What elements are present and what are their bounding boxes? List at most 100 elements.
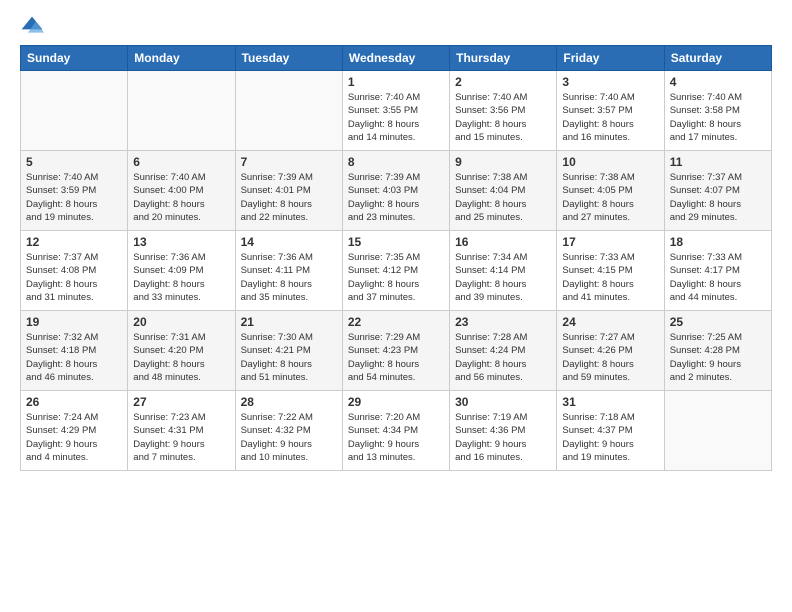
day-number: 22 bbox=[348, 315, 444, 329]
calendar-day-cell: 8 Sunrise: 7:39 AM Sunset: 4:03 PM Daylig… bbox=[342, 151, 449, 231]
day-number: 6 bbox=[133, 155, 229, 169]
weekday-header-thursday: Thursday bbox=[450, 46, 557, 71]
calendar-day-cell: 11 Sunrise: 7:37 AM Sunset: 4:07 PM Dayli… bbox=[664, 151, 771, 231]
logo-icon bbox=[20, 15, 44, 35]
day-info: Sunrise: 7:34 AM Sunset: 4:14 PM Dayligh… bbox=[455, 251, 551, 304]
day-info: Sunrise: 7:38 AM Sunset: 4:04 PM Dayligh… bbox=[455, 171, 551, 224]
day-number: 24 bbox=[562, 315, 658, 329]
day-info: Sunrise: 7:32 AM Sunset: 4:18 PM Dayligh… bbox=[26, 331, 122, 384]
calendar-week-row: 12 Sunrise: 7:37 AM Sunset: 4:08 PM Dayli… bbox=[21, 231, 772, 311]
day-number: 9 bbox=[455, 155, 551, 169]
calendar-week-row: 5 Sunrise: 7:40 AM Sunset: 3:59 PM Daylig… bbox=[21, 151, 772, 231]
day-info: Sunrise: 7:25 AM Sunset: 4:28 PM Dayligh… bbox=[670, 331, 766, 384]
day-number: 17 bbox=[562, 235, 658, 249]
day-info: Sunrise: 7:19 AM Sunset: 4:36 PM Dayligh… bbox=[455, 411, 551, 464]
day-number: 23 bbox=[455, 315, 551, 329]
day-number: 26 bbox=[26, 395, 122, 409]
calendar-day-cell: 7Sunrise: 7:39 AM Sunset: 4:01 PM Daylig… bbox=[235, 151, 342, 231]
day-info: Sunrise: 7:40 AM Sunset: 4:00 PM Dayligh… bbox=[133, 171, 229, 224]
calendar-day-cell: 17 Sunrise: 7:33 AM Sunset: 4:15 PM Dayli… bbox=[557, 231, 664, 311]
calendar-day-cell: 13Sunrise: 7:36 AM Sunset: 4:09 PM Dayli… bbox=[128, 231, 235, 311]
calendar-empty-cell bbox=[128, 71, 235, 151]
day-number: 14 bbox=[241, 235, 337, 249]
day-info: Sunrise: 7:37 AM Sunset: 4:07 PM Dayligh… bbox=[670, 171, 766, 224]
day-number: 4 bbox=[670, 75, 766, 89]
day-info: Sunrise: 7:30 AM Sunset: 4:21 PM Dayligh… bbox=[241, 331, 337, 384]
calendar-day-cell: 23 Sunrise: 7:28 AM Sunset: 4:24 PM Dayli… bbox=[450, 311, 557, 391]
day-info: Sunrise: 7:20 AM Sunset: 4:34 PM Dayligh… bbox=[348, 411, 444, 464]
calendar-day-cell: 1Sunrise: 7:40 AM Sunset: 3:55 PM Daylig… bbox=[342, 71, 449, 151]
day-info: Sunrise: 7:36 AM Sunset: 4:11 PM Dayligh… bbox=[241, 251, 337, 304]
calendar-day-cell: 21 Sunrise: 7:30 AM Sunset: 4:21 PM Dayli… bbox=[235, 311, 342, 391]
calendar-week-row: 26Sunrise: 7:24 AM Sunset: 4:29 PM Dayli… bbox=[21, 391, 772, 471]
day-number: 3 bbox=[562, 75, 658, 89]
calendar-day-cell: 31 Sunrise: 7:18 AM Sunset: 4:37 PM Dayli… bbox=[557, 391, 664, 471]
calendar-table: SundayMondayTuesdayWednesdayThursdayFrid… bbox=[20, 45, 772, 471]
day-number: 5 bbox=[26, 155, 122, 169]
day-number: 27 bbox=[133, 395, 229, 409]
day-info: Sunrise: 7:33 AM Sunset: 4:17 PM Dayligh… bbox=[670, 251, 766, 304]
day-info: Sunrise: 7:29 AM Sunset: 4:23 PM Dayligh… bbox=[348, 331, 444, 384]
calendar-day-cell: 20 Sunrise: 7:31 AM Sunset: 4:20 PM Dayli… bbox=[128, 311, 235, 391]
calendar-empty-cell bbox=[235, 71, 342, 151]
day-info: Sunrise: 7:23 AM Sunset: 4:31 PM Dayligh… bbox=[133, 411, 229, 464]
day-info: Sunrise: 7:36 AM Sunset: 4:09 PM Dayligh… bbox=[133, 251, 229, 304]
day-info: Sunrise: 7:39 AM Sunset: 4:03 PM Dayligh… bbox=[348, 171, 444, 224]
calendar-empty-cell bbox=[664, 391, 771, 471]
day-number: 10 bbox=[562, 155, 658, 169]
day-number: 12 bbox=[26, 235, 122, 249]
day-info: Sunrise: 7:37 AM Sunset: 4:08 PM Dayligh… bbox=[26, 251, 122, 304]
day-number: 20 bbox=[133, 315, 229, 329]
day-info: Sunrise: 7:38 AM Sunset: 4:05 PM Dayligh… bbox=[562, 171, 658, 224]
calendar-day-cell: 15 Sunrise: 7:35 AM Sunset: 4:12 PM Dayli… bbox=[342, 231, 449, 311]
day-number: 1 bbox=[348, 75, 444, 89]
calendar-day-cell: 6 Sunrise: 7:40 AM Sunset: 4:00 PM Daylig… bbox=[128, 151, 235, 231]
day-number: 21 bbox=[241, 315, 337, 329]
day-number: 29 bbox=[348, 395, 444, 409]
day-info: Sunrise: 7:33 AM Sunset: 4:15 PM Dayligh… bbox=[562, 251, 658, 304]
calendar-header-row: SundayMondayTuesdayWednesdayThursdayFrid… bbox=[21, 46, 772, 71]
day-info: Sunrise: 7:27 AM Sunset: 4:26 PM Dayligh… bbox=[562, 331, 658, 384]
day-info: Sunrise: 7:40 AM Sunset: 3:57 PM Dayligh… bbox=[562, 91, 658, 144]
day-number: 28 bbox=[241, 395, 337, 409]
weekday-header-tuesday: Tuesday bbox=[235, 46, 342, 71]
day-number: 18 bbox=[670, 235, 766, 249]
calendar-day-cell: 26Sunrise: 7:24 AM Sunset: 4:29 PM Dayli… bbox=[21, 391, 128, 471]
calendar-day-cell: 9 Sunrise: 7:38 AM Sunset: 4:04 PM Daylig… bbox=[450, 151, 557, 231]
day-number: 30 bbox=[455, 395, 551, 409]
weekday-header-monday: Monday bbox=[128, 46, 235, 71]
calendar-day-cell: 19 Sunrise: 7:32 AM Sunset: 4:18 PM Dayli… bbox=[21, 311, 128, 391]
calendar-day-cell: 12 Sunrise: 7:37 AM Sunset: 4:08 PM Dayli… bbox=[21, 231, 128, 311]
day-info: Sunrise: 7:35 AM Sunset: 4:12 PM Dayligh… bbox=[348, 251, 444, 304]
calendar-day-cell: 10 Sunrise: 7:38 AM Sunset: 4:05 PM Dayli… bbox=[557, 151, 664, 231]
calendar-empty-cell bbox=[21, 71, 128, 151]
calendar-day-cell: 5 Sunrise: 7:40 AM Sunset: 3:59 PM Daylig… bbox=[21, 151, 128, 231]
weekday-header-wednesday: Wednesday bbox=[342, 46, 449, 71]
calendar-day-cell: 16Sunrise: 7:34 AM Sunset: 4:14 PM Dayli… bbox=[450, 231, 557, 311]
calendar-day-cell: 18 Sunrise: 7:33 AM Sunset: 4:17 PM Dayli… bbox=[664, 231, 771, 311]
day-number: 8 bbox=[348, 155, 444, 169]
day-number: 19 bbox=[26, 315, 122, 329]
calendar-day-cell: 2Sunrise: 7:40 AM Sunset: 3:56 PM Daylig… bbox=[450, 71, 557, 151]
day-info: Sunrise: 7:28 AM Sunset: 4:24 PM Dayligh… bbox=[455, 331, 551, 384]
day-number: 2 bbox=[455, 75, 551, 89]
day-number: 25 bbox=[670, 315, 766, 329]
day-number: 7 bbox=[241, 155, 337, 169]
calendar-day-cell: 4 Sunrise: 7:40 AM Sunset: 3:58 PM Daylig… bbox=[664, 71, 771, 151]
calendar-day-cell: 28 Sunrise: 7:22 AM Sunset: 4:32 PM Dayli… bbox=[235, 391, 342, 471]
calendar-week-row: 19 Sunrise: 7:32 AM Sunset: 4:18 PM Dayli… bbox=[21, 311, 772, 391]
calendar-day-cell: 25 Sunrise: 7:25 AM Sunset: 4:28 PM Dayli… bbox=[664, 311, 771, 391]
weekday-header-saturday: Saturday bbox=[664, 46, 771, 71]
calendar-day-cell: 30 Sunrise: 7:19 AM Sunset: 4:36 PM Dayli… bbox=[450, 391, 557, 471]
day-info: Sunrise: 7:40 AM Sunset: 3:59 PM Dayligh… bbox=[26, 171, 122, 224]
weekday-header-friday: Friday bbox=[557, 46, 664, 71]
day-number: 11 bbox=[670, 155, 766, 169]
day-info: Sunrise: 7:31 AM Sunset: 4:20 PM Dayligh… bbox=[133, 331, 229, 384]
day-info: Sunrise: 7:40 AM Sunset: 3:58 PM Dayligh… bbox=[670, 91, 766, 144]
day-number: 31 bbox=[562, 395, 658, 409]
day-info: Sunrise: 7:18 AM Sunset: 4:37 PM Dayligh… bbox=[562, 411, 658, 464]
page-header bbox=[20, 15, 772, 35]
calendar-day-cell: 22 Sunrise: 7:29 AM Sunset: 4:23 PM Dayli… bbox=[342, 311, 449, 391]
day-number: 15 bbox=[348, 235, 444, 249]
day-info: Sunrise: 7:22 AM Sunset: 4:32 PM Dayligh… bbox=[241, 411, 337, 464]
